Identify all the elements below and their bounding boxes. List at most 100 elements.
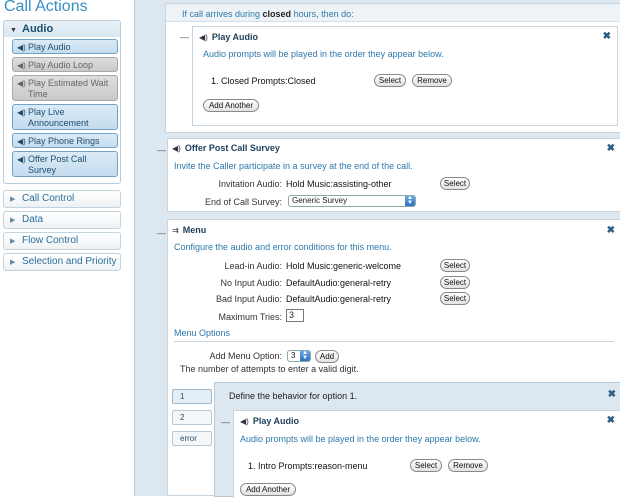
- audio-group-header[interactable]: ▼ Audio: [3, 20, 121, 38]
- audio-group-body: ◀) Play Audio ◀) Play Audio Loop ◀) Play Es…: [3, 37, 121, 184]
- menu-panel: ⇉ Menu ✖ Configure the audio and error co…: [167, 219, 620, 498]
- speaker-icon: ◀): [172, 144, 181, 153]
- call-actions-sidebar: Call Actions ▼ Audio ◀) Play Audio ◀) Play …: [0, 0, 124, 496]
- maximum-tries-input[interactable]: 3: [286, 309, 304, 322]
- action-label: Play Estimated Wait Time: [28, 78, 109, 99]
- speaker-icon: ◀): [17, 108, 26, 117]
- bad-input-audio-label: Bad Input Audio:: [215, 294, 282, 304]
- close-icon[interactable]: ✖: [608, 389, 616, 400]
- speaker-icon: ◀): [17, 155, 26, 164]
- speaker-icon: ◀): [17, 43, 26, 52]
- invitation-audio-value: Hold Music:assisting-other: [286, 179, 392, 189]
- select-button[interactable]: Select: [440, 292, 470, 305]
- option-tab-1[interactable]: 1: [172, 389, 212, 404]
- no-input-audio-value: DefaultAudio:general-retry: [286, 278, 392, 288]
- action-play-audio-loop: ◀) Play Audio Loop: [12, 57, 118, 72]
- speaker-icon: ◀): [17, 137, 26, 146]
- play-audio-panel-1: ◀) Play Audio ✖ Audio prompts will be pla…: [192, 26, 618, 126]
- group-label: Call Control: [22, 193, 75, 204]
- group-data[interactable]: ▶ Data: [3, 211, 121, 229]
- add-another-button[interactable]: Add Another: [203, 99, 259, 112]
- menu-icon: ⇉: [172, 226, 179, 235]
- collapse-icon[interactable]: —: [221, 417, 230, 427]
- collapse-icon[interactable]: —: [157, 228, 166, 238]
- option-definition-area: Define the behavior for option 1. ✖ — ◀)…: [214, 382, 620, 498]
- option-header: Define the behavior for option 1.: [229, 391, 358, 401]
- divider: [174, 341, 614, 342]
- close-icon[interactable]: ✖: [607, 415, 615, 426]
- maximum-tries-label: Maximum Tries:: [218, 312, 282, 322]
- leadin-audio-label: Lead-in Audio:: [224, 261, 282, 271]
- flow-canvas: If call arrives during closed hours, the…: [134, 0, 620, 498]
- add-menu-option-label: Add Menu Option:: [209, 351, 282, 361]
- panel-description: Audio prompts will be played in the orde…: [240, 434, 481, 444]
- end-of-call-survey-select[interactable]: Generic Survey ▲ ▼: [288, 195, 416, 207]
- no-input-audio-label: No Input Audio:: [220, 278, 282, 288]
- action-play-phone-rings[interactable]: ◀) Play Phone Rings: [12, 133, 118, 148]
- expand-triangle-icon: ▶: [10, 238, 16, 245]
- action-label: Play Live Announcement: [28, 107, 89, 128]
- speaker-icon: ◀): [240, 417, 249, 426]
- collapse-icon[interactable]: —: [157, 145, 166, 155]
- option-tab-error[interactable]: error: [172, 431, 212, 446]
- action-play-audio[interactable]: ◀) Play Audio: [12, 39, 118, 54]
- speaker-icon: ◀): [17, 79, 26, 88]
- action-label: Offer Post Call Survey: [28, 154, 87, 175]
- action-play-live-announcement[interactable]: ◀) Play Live Announcement: [12, 104, 118, 130]
- action-play-estimated-wait-time: ◀) Play Estimated Wait Time: [12, 75, 118, 101]
- select-arrows-icon: ▲ ▼: [300, 350, 310, 361]
- invitation-audio-label: Invitation Audio:: [218, 179, 282, 189]
- leadin-audio-value: Hold Music:generic-welcome: [286, 261, 402, 271]
- remove-button[interactable]: Remove: [412, 74, 452, 87]
- sidebar-title: Call Actions: [4, 0, 88, 15]
- speaker-icon: ◀): [17, 61, 26, 70]
- panel-title: ⇉ Menu: [172, 225, 207, 235]
- expand-triangle-icon: ▶: [10, 196, 16, 203]
- close-icon[interactable]: ✖: [607, 143, 615, 154]
- select-arrows-icon: ▲ ▼: [405, 195, 415, 206]
- audio-item: 1. Closed Prompts:Closed: [211, 76, 316, 86]
- remove-button[interactable]: Remove: [448, 459, 488, 472]
- select-button[interactable]: Select: [410, 459, 442, 472]
- expand-triangle-icon: ▶: [10, 259, 16, 266]
- action-label: Play Audio Loop: [28, 60, 94, 70]
- panel-description: Configure the audio and error conditions…: [174, 242, 392, 252]
- panel-title: ◀) Play Audio: [199, 32, 259, 42]
- expand-triangle-icon: ▶: [10, 217, 16, 224]
- close-icon[interactable]: ✖: [607, 225, 615, 236]
- panel-description: Audio prompts will be played in the orde…: [203, 49, 444, 59]
- bad-input-audio-value: DefaultAudio:general-retry: [286, 294, 392, 304]
- speaker-icon: ◀): [199, 33, 208, 42]
- select-button[interactable]: Select: [440, 177, 470, 190]
- add-menu-option-select[interactable]: 3 ▲ ▼: [287, 350, 311, 362]
- end-of-call-survey-label: End of Call Survey:: [204, 197, 282, 207]
- action-label: Play Audio: [28, 42, 71, 52]
- panel-title: ◀) Offer Post Call Survey: [172, 143, 280, 153]
- collapse-icon[interactable]: —: [180, 32, 189, 42]
- panel-description: Invite the Caller participate in a surve…: [174, 161, 413, 171]
- panel-title: ◀) Play Audio: [240, 416, 300, 426]
- group-flow-control[interactable]: ▶ Flow Control: [3, 232, 121, 250]
- closed-hours-text: If call arrives during closed hours, the…: [182, 9, 354, 19]
- group-label: Flow Control: [22, 235, 79, 246]
- select-button[interactable]: Select: [440, 276, 470, 289]
- attempts-note: The number of attempts to enter a valid …: [180, 364, 359, 374]
- select-button[interactable]: Select: [440, 259, 470, 272]
- audio-item: 1. Intro Prompts:reason-menu: [248, 461, 368, 471]
- audio-group-label: Audio: [22, 23, 54, 35]
- add-option-button[interactable]: Add: [315, 350, 339, 363]
- menu-options-link[interactable]: Menu Options: [174, 328, 230, 338]
- group-selection-and-priority[interactable]: ▶ Selection and Priority: [3, 253, 121, 271]
- action-label: Play Phone Rings: [28, 136, 100, 146]
- group-label: Data: [22, 214, 44, 225]
- select-button[interactable]: Select: [374, 74, 406, 87]
- closed-hours-container: If call arrives during closed hours, the…: [165, 3, 620, 133]
- play-audio-panel-2: ◀) Play Audio ✖ Audio prompts will be pla…: [233, 410, 620, 498]
- option-tab-2[interactable]: 2: [172, 410, 212, 425]
- action-offer-post-call-survey[interactable]: ◀) Offer Post Call Survey: [12, 151, 118, 177]
- group-call-control[interactable]: ▶ Call Control: [3, 190, 121, 208]
- close-icon[interactable]: ✖: [603, 31, 611, 42]
- group-label: Selection and Priority: [22, 256, 117, 267]
- add-another-button[interactable]: Add Another: [240, 483, 296, 496]
- post-call-survey-panel: ◀) Offer Post Call Survey ✖ Invite the Ca…: [167, 138, 620, 212]
